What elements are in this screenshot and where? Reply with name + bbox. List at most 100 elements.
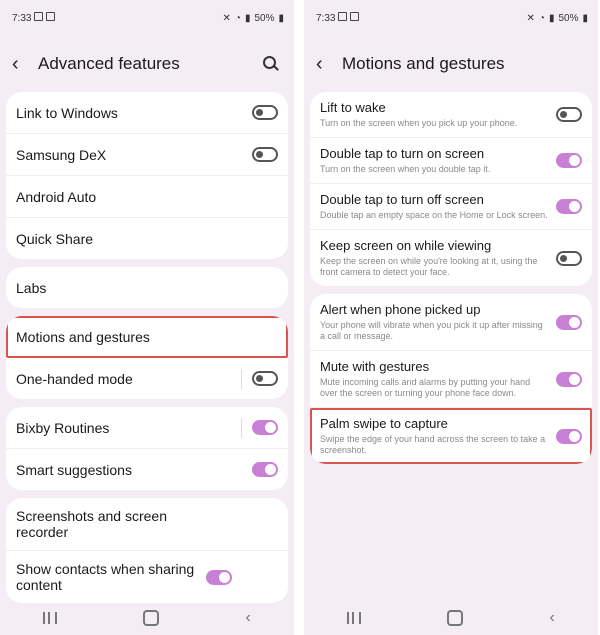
gesture-item-title: Alert when phone picked up	[320, 302, 481, 317]
toggle-switch[interactable]	[252, 371, 278, 386]
settings-item-smart-suggestions[interactable]: Smart suggestions	[6, 449, 288, 490]
gesture-item-text: Lift to wake Turn on the screen when you …	[320, 100, 556, 129]
divider	[241, 368, 242, 389]
settings-card: Alert when phone picked up Your phone wil…	[310, 294, 592, 464]
gesture-item-double-tap-to-turn-on-screen[interactable]: Double tap to turn on screen Turn on the …	[310, 138, 592, 184]
gesture-item-description: Your phone will vibrate when you pick it…	[320, 320, 543, 341]
page-header: ‹ Motions and gestures	[304, 36, 598, 92]
settings-item-screenshots-and-screen-recorder[interactable]: Screenshots and screen recorder	[6, 498, 288, 551]
page-title: Motions and gestures	[342, 54, 505, 73]
gesture-item-title: Keep screen on while viewing	[320, 238, 492, 253]
toggle-switch[interactable]	[252, 462, 278, 477]
status-icons: ✕ ◔ ▮ 50% ▮	[527, 13, 588, 24]
status-time: 7:33	[316, 12, 360, 24]
settings-item-one-handed-mode[interactable]: One-handed mode	[6, 358, 288, 399]
settings-item-label: Show contacts when sharing content	[16, 561, 195, 593]
gesture-item-lift-to-wake[interactable]: Lift to wake Turn on the screen when you …	[310, 92, 592, 138]
sim-notif-icon	[350, 12, 360, 21]
wifi-icon: ◔	[234, 12, 241, 24]
sim-notif-icon	[46, 12, 56, 21]
toggle-switch[interactable]	[556, 107, 582, 122]
gesture-item-palm-swipe-to-capture[interactable]: Palm swipe to capture Swipe the edge of y…	[310, 408, 592, 464]
gesture-item-mute-with-gestures[interactable]: Mute with gestures Mute incoming calls an…	[310, 351, 592, 408]
gesture-item-text: Palm swipe to capture Swipe the edge of y…	[320, 416, 556, 456]
settings-item-bixby-routines[interactable]: Bixby Routines	[6, 407, 288, 449]
status-bar: 7:33 ✕ ◔ ▮ 50% ▮	[304, 0, 598, 36]
battery-icon: ▮	[278, 12, 284, 24]
toggle-switch[interactable]	[252, 105, 278, 120]
settings-item-motions-and-gestures[interactable]: Motions and gestures	[6, 316, 288, 358]
gesture-item-title: Lift to wake	[320, 100, 386, 115]
gesture-settings-list: Lift to wake Turn on the screen when you …	[304, 92, 598, 464]
status-bar: 7:33 ✕ ◔ ▮ 50% ▮	[0, 0, 294, 36]
back-arrow-icon[interactable]: ‹	[12, 53, 38, 76]
status-time: 7:33	[12, 12, 56, 24]
toggle-switch[interactable]	[206, 569, 232, 585]
settings-item-show-contacts-when-sharing-content[interactable]: Show contacts when sharing content	[6, 551, 288, 603]
toggle-switch[interactable]	[556, 250, 582, 266]
gesture-item-text: Keep screen on while viewing Keep the scr…	[320, 238, 556, 278]
toggle-switch[interactable]	[556, 153, 582, 168]
search-icon[interactable]	[260, 53, 282, 75]
toggle-switch[interactable]	[252, 420, 278, 435]
gallery-notif-icon	[34, 12, 44, 21]
gesture-item-keep-screen-on-while-viewing[interactable]: Keep screen on while viewing Keep the scr…	[310, 230, 592, 286]
gesture-item-description: Double tap an empty space on the Home or…	[320, 210, 548, 220]
settings-item-label: Samsung DeX	[16, 146, 107, 163]
toggle-switch[interactable]	[556, 199, 582, 214]
status-icons: ✕ ◔ ▮ 50% ▮	[223, 13, 284, 24]
gesture-item-text: Double tap to turn off screen Double tap …	[320, 192, 556, 221]
gesture-item-title: Palm swipe to capture	[320, 416, 448, 431]
left-phone-screen: 7:33 ✕ ◔ ▮ 50% ▮ ‹ Advanced features Lin…	[0, 0, 294, 635]
settings-item-label: One-handed mode	[16, 370, 133, 387]
settings-item-label: Android Auto	[16, 188, 97, 205]
settings-card: Labs	[6, 267, 288, 308]
settings-item-label: Screenshots and screen recorder	[16, 508, 167, 540]
settings-card: Motions and gestures One-handed mode	[6, 316, 288, 399]
settings-item-android-auto[interactable]: Android Auto	[6, 176, 288, 218]
nav-back-icon[interactable]: ‹	[550, 609, 555, 627]
page-title: Advanced features	[38, 54, 180, 73]
recent-apps-icon[interactable]	[43, 612, 58, 624]
settings-card: Screenshots and screen recorder Show cont…	[6, 498, 288, 603]
gesture-item-description: Keep the screen on while you're looking …	[320, 256, 538, 277]
battery-label: 50%	[558, 12, 579, 24]
settings-item-label: Smart suggestions	[16, 461, 132, 478]
home-icon[interactable]	[447, 610, 464, 626]
signal-icon: ▮	[244, 12, 251, 24]
gesture-item-text: Alert when phone picked up Your phone wil…	[320, 302, 556, 342]
gesture-item-title: Double tap to turn off screen	[320, 192, 484, 207]
settings-list: Link to Windows Samsung DeX Android Auto Qu…	[0, 92, 294, 603]
mute-icon: ✕	[222, 12, 231, 24]
gesture-item-description: Turn on the screen when you double tap i…	[320, 164, 491, 174]
settings-card: Bixby Routines Smart suggestions	[6, 407, 288, 490]
settings-item-labs[interactable]: Labs	[6, 267, 288, 308]
settings-item-label: Motions and gestures	[16, 328, 150, 345]
gesture-item-description: Mute incoming calls and alarms by puttin…	[320, 377, 531, 398]
settings-item-samsung-dex[interactable]: Samsung DeX	[6, 134, 288, 176]
toggle-switch[interactable]	[556, 428, 582, 444]
toggle-switch[interactable]	[556, 371, 582, 387]
gesture-item-title: Mute with gestures	[320, 359, 430, 374]
gallery-notif-icon	[338, 12, 348, 21]
wifi-icon: ◔	[538, 12, 545, 24]
toggle-switch[interactable]	[252, 147, 278, 162]
nav-back-icon[interactable]: ‹	[246, 609, 251, 627]
battery-icon: ▮	[582, 12, 588, 24]
toggle-switch[interactable]	[556, 314, 582, 330]
settings-card: Lift to wake Turn on the screen when you …	[310, 92, 592, 286]
gesture-item-alert-when-phone-picked-up[interactable]: Alert when phone picked up Your phone wil…	[310, 294, 592, 351]
settings-item-quick-share[interactable]: Quick Share	[6, 218, 288, 259]
signal-icon: ▮	[548, 12, 555, 24]
back-arrow-icon[interactable]: ‹	[316, 53, 342, 76]
right-phone-screen: 7:33 ✕ ◔ ▮ 50% ▮ ‹ Motions and gestures …	[304, 0, 598, 635]
mute-icon: ✕	[526, 12, 535, 24]
gesture-item-text: Mute with gestures Mute incoming calls an…	[320, 359, 556, 399]
settings-item-link-to-windows[interactable]: Link to Windows	[6, 92, 288, 134]
recent-apps-icon[interactable]	[347, 612, 362, 624]
home-icon[interactable]	[143, 610, 160, 626]
settings-item-label: Quick Share	[16, 230, 94, 247]
gesture-item-description: Turn on the screen when you pick up your…	[320, 118, 518, 128]
gesture-item-double-tap-to-turn-off-screen[interactable]: Double tap to turn off screen Double tap …	[310, 184, 592, 230]
divider	[241, 417, 242, 438]
